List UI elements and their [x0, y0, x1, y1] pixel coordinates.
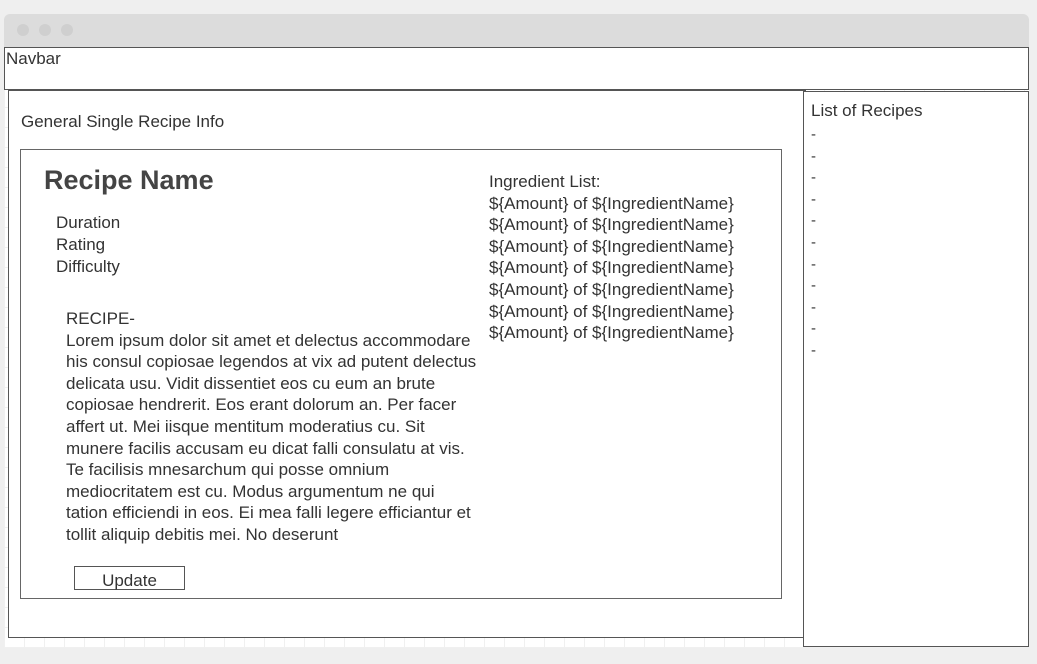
navbar-label: Navbar: [6, 49, 61, 68]
window-maximize-dot-icon[interactable]: [61, 24, 73, 36]
window-minimize-dot-icon[interactable]: [39, 24, 51, 36]
section-title: General Single Recipe Info: [21, 112, 225, 131]
ingredient-list-title: Ingredient List:: [489, 172, 601, 191]
recipe-list-item[interactable]: -: [811, 340, 816, 362]
rating-label: Rating: [56, 235, 106, 254]
recipe-list-item[interactable]: -: [811, 254, 816, 276]
recipe-instructions: RECIPE- Lorem ipsum dolor sit amet et de…: [66, 308, 478, 546]
recipe-list-sidebar: List of Recipes - - - - - - - - - - -: [803, 91, 1029, 647]
recipe-meta: Duration Rating Difficulty: [56, 212, 120, 278]
recipe-list-item[interactable]: -: [811, 318, 816, 340]
window-close-dot-icon[interactable]: [17, 24, 29, 36]
duration-label: Duration: [56, 213, 121, 232]
recipe-list-item[interactable]: -: [811, 210, 816, 232]
ingredient-item: ${Amount} of ${IngredientName}: [489, 236, 734, 256]
recipe-list-item[interactable]: -: [811, 124, 816, 146]
recipe-card: Recipe Name Duration Rating Difficulty R…: [20, 149, 782, 599]
main-panel: General Single Recipe Info Recipe Name D…: [8, 90, 806, 638]
recipe-list-item[interactable]: -: [811, 189, 816, 211]
recipe-name: Recipe Name: [44, 165, 214, 195]
recipe-heading: RECIPE-: [66, 309, 135, 328]
ingredient-item: ${Amount} of ${IngredientName}: [489, 279, 734, 299]
recipe-list-item[interactable]: -: [811, 167, 816, 189]
navbar[interactable]: Navbar: [4, 47, 1029, 90]
ingredient-item: ${Amount} of ${IngredientName}: [489, 258, 734, 278]
recipe-body: Lorem ipsum dolor sit amet et delectus a…: [66, 330, 477, 544]
ingredient-item: ${Amount} of ${IngredientName}: [489, 301, 734, 321]
ingredient-item: ${Amount} of ${IngredientName}: [489, 193, 734, 213]
recipe-list: - - - - - - - - - - -: [811, 124, 816, 362]
recipe-list-title: List of Recipes: [811, 101, 923, 120]
recipe-list-item[interactable]: -: [811, 297, 816, 319]
ingredient-list: Ingredient List: ${Amount} of ${Ingredie…: [489, 171, 734, 344]
recipe-list-item[interactable]: -: [811, 232, 816, 254]
ingredient-item: ${Amount} of ${IngredientName}: [489, 323, 734, 343]
update-button[interactable]: Update: [74, 566, 185, 590]
recipe-list-item[interactable]: -: [811, 146, 816, 168]
ingredient-item: ${Amount} of ${IngredientName}: [489, 215, 734, 235]
recipe-list-item[interactable]: -: [811, 275, 816, 297]
difficulty-label: Difficulty: [56, 257, 120, 276]
